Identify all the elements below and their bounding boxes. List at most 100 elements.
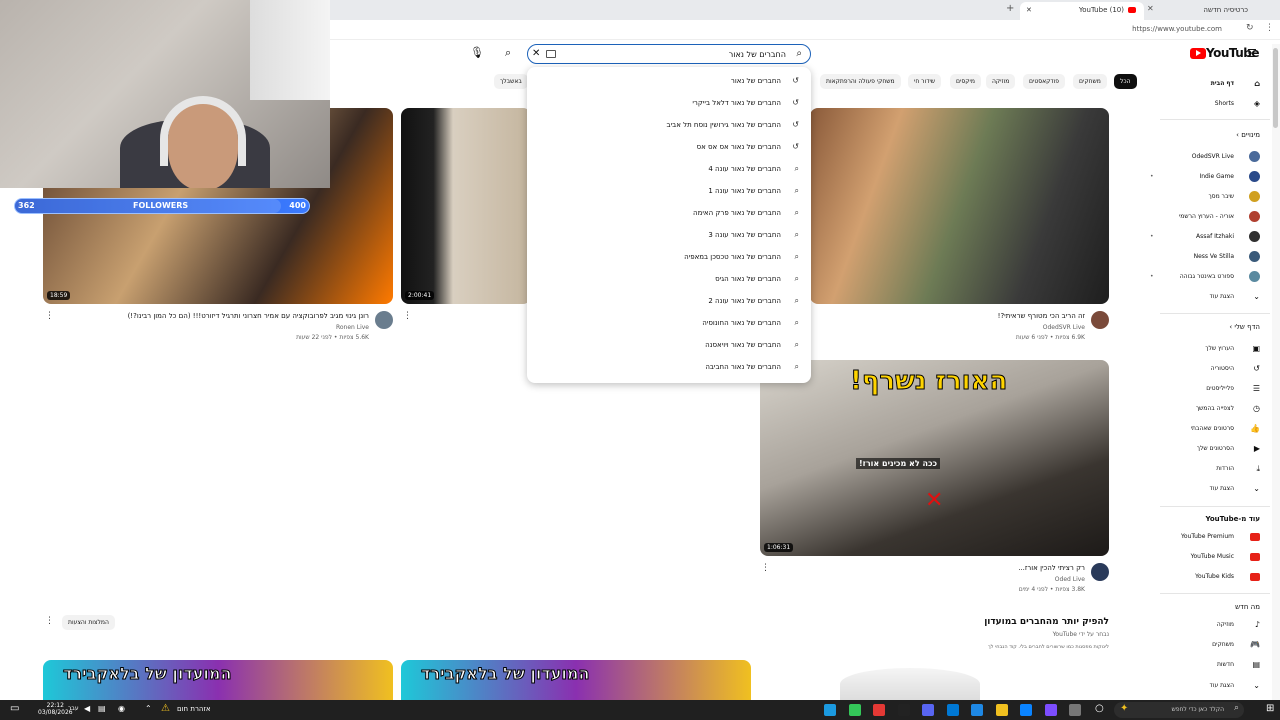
chip-mixes[interactable]: מיקסים xyxy=(950,74,981,89)
hamburger-menu-icon[interactable]: ☰ xyxy=(1247,47,1257,60)
steam-icon[interactable] xyxy=(824,704,836,716)
sidebar-channel[interactable]: OdedSVR Live xyxy=(1150,150,1260,164)
sidebar-channel[interactable]: שיבר מסך xyxy=(1150,190,1260,204)
channel-name[interactable]: Ronen Live xyxy=(336,324,369,331)
sidebar-item[interactable]: ▣ הערוץ שלך xyxy=(1150,342,1260,356)
edge-icon[interactable] xyxy=(1020,704,1032,716)
app-icon[interactable] xyxy=(971,704,983,716)
discord-icon[interactable] xyxy=(922,704,934,716)
search-suggestion[interactable]: ↺ החברים של נאור xyxy=(539,70,799,92)
chip-more[interactable]: באשבלך xyxy=(494,74,528,89)
app-icon[interactable] xyxy=(873,704,885,716)
more-options-icon[interactable]: ⋮ xyxy=(45,311,54,321)
search-suggestion[interactable]: ⌕ החברים של נאור עונה 3 xyxy=(539,224,799,246)
video-title[interactable]: רונן גינוי מגיב לפרובוקציה עם אמיר חצרונ… xyxy=(128,312,369,320)
search-suggestion[interactable]: ⌕ החברים של נאור ויויאסנה xyxy=(539,334,799,356)
video-title[interactable]: זה הריב הכי מטורף שראיתי?! xyxy=(998,312,1085,320)
new-tab-plus-icon[interactable]: + xyxy=(1006,3,1014,14)
video-thumbnail[interactable]: המועדון של בלאקבירד xyxy=(43,660,393,700)
volume-icon[interactable]: ◀ xyxy=(84,704,90,713)
channel-name[interactable]: OdedSVR Live xyxy=(1043,324,1085,331)
more-options-icon[interactable]: ⋮ xyxy=(403,311,412,321)
obs-icon[interactable] xyxy=(897,704,910,716)
scrollbar-thumb[interactable] xyxy=(1273,48,1278,128)
video-thumbnail[interactable]: האורז נשרף! ככה לא מכינים אורז! ✕ 1:06:3… xyxy=(760,360,1109,556)
chip-all[interactable]: הכל xyxy=(1114,74,1137,89)
reload-icon[interactable]: ↻ xyxy=(1246,23,1254,33)
sidebar-item[interactable]: YouTube Kids xyxy=(1150,570,1260,584)
sidebar-item[interactable]: 👍 סרטונים שאהבתי xyxy=(1150,422,1260,436)
search-suggestion[interactable]: ⌕ החברים של נאור הגיס xyxy=(539,268,799,290)
search-suggestion[interactable]: ⌕ החברים של נאור טכסכן במאפיה xyxy=(539,246,799,268)
sidebar-channel[interactable]: ספורט באינטר גבוהה • xyxy=(1150,270,1260,284)
recommendations-button[interactable]: המלצות והצעות xyxy=(62,615,115,630)
sidebar-item[interactable]: ↺ היסטוריה xyxy=(1150,362,1260,376)
close-tab-icon[interactable]: ✕ xyxy=(1026,2,1032,18)
app-tray-icon[interactable]: ◉ xyxy=(118,704,125,713)
store-icon[interactable] xyxy=(946,704,959,716)
search-suggestion[interactable]: ⌕ החברים של נאור פרק האימה xyxy=(539,202,799,224)
search-suggestion[interactable]: ⌕ החברים של נאור החביבה xyxy=(539,356,799,378)
menu-dots-icon[interactable]: ⋮ xyxy=(1265,23,1274,33)
close-icon[interactable]: ✕ xyxy=(1147,4,1154,13)
search-suggestion[interactable]: ⌕ החברים של נאור עונה 1 xyxy=(539,180,799,202)
sidebar-item[interactable]: ⤓ הורדות xyxy=(1150,462,1260,476)
sidebar-item[interactable]: ▤ חדשות xyxy=(1150,658,1260,672)
chip-live[interactable]: שידור חי xyxy=(908,74,942,89)
sidebar-item[interactable]: YouTube Music xyxy=(1150,550,1260,564)
network-icon[interactable]: ▤ xyxy=(98,704,106,713)
search-suggestion[interactable]: ⌕ החברים של נאור החונוסיה xyxy=(539,312,799,334)
search-suggestion[interactable]: ⌕ החברים של נאור עונה 2 xyxy=(539,290,799,312)
you-header[interactable]: הדף שלי › xyxy=(1229,323,1260,331)
sidebar-item[interactable]: 🎮 משחקים xyxy=(1150,638,1260,652)
sidebar-channel[interactable]: Indie Game • xyxy=(1150,170,1260,184)
sidebar-item[interactable]: ♪ מוזיקה xyxy=(1150,618,1260,632)
avatar[interactable] xyxy=(1091,311,1109,329)
tab-youtube[interactable]: (10) YouTube ✕ xyxy=(1020,2,1144,20)
task-view-icon[interactable] xyxy=(1069,704,1081,716)
sidebar-channel[interactable]: Assaf Itzhaki • xyxy=(1150,230,1260,244)
tab-new[interactable]: כרטיסיה חדשה xyxy=(1156,2,1256,20)
subscriptions-header[interactable]: מינויים › xyxy=(1236,131,1260,139)
avatar[interactable] xyxy=(1091,563,1109,581)
more-options-icon[interactable]: ⋮ xyxy=(45,616,54,626)
heat-warning-text[interactable]: אזהרת חום xyxy=(177,705,211,713)
chevron-up-icon[interactable]: ⌃ xyxy=(145,704,152,713)
video-thumbnail[interactable] xyxy=(810,108,1109,304)
sidebar-item[interactable]: ▶ הסרטונים שלך xyxy=(1150,442,1260,456)
sidebar-item-home[interactable]: ⌂ דף הבית xyxy=(1150,77,1260,91)
sidebar-item[interactable]: YouTube Premium xyxy=(1150,530,1260,544)
search-suggestion[interactable]: ↺ החברים של נאור גירושין נוסח תל אביב xyxy=(539,114,799,136)
search-suggestion[interactable]: ↺ החברים של נאור אס אס אס xyxy=(539,136,799,158)
video-thumbnail[interactable]: המועדון של בלאקבירד xyxy=(401,660,751,700)
keyboard-icon[interactable] xyxy=(546,50,556,58)
app-icon[interactable] xyxy=(1044,704,1057,716)
sidebar-item[interactable]: ☰ פלייליסטים xyxy=(1150,382,1260,396)
sidebar-channel[interactable]: אוריה - הערוץ הרשמי xyxy=(1150,210,1260,224)
channel-name[interactable]: Oded Live xyxy=(1055,576,1085,583)
xbox-icon[interactable] xyxy=(848,704,861,716)
search-suggestion[interactable]: ↺ החברים של נאור דלאל בייקרי xyxy=(539,92,799,114)
microphone-icon[interactable]: 🎙 xyxy=(470,46,484,59)
search-icon[interactable]: ⌕ xyxy=(505,46,511,60)
more-options-icon[interactable]: ⋮ xyxy=(761,563,770,573)
video-thumbnail[interactable]: 2:00:41 xyxy=(401,108,531,304)
chip-games[interactable]: משחקים xyxy=(1073,74,1107,89)
clear-search-icon[interactable]: ✕ xyxy=(532,48,540,59)
sidebar-channel[interactable]: Ness Ve Stilla xyxy=(1150,250,1260,264)
search-suggestion[interactable]: ⌕ החברים של נאור עונה 4 xyxy=(539,158,799,180)
cortana-icon[interactable]: ○ xyxy=(1095,703,1104,714)
chip-podcasts[interactable]: פודקאסטים xyxy=(1023,74,1066,89)
scrollbar-track[interactable] xyxy=(1272,44,1280,700)
language-indicator[interactable]: עבר xyxy=(68,705,79,712)
show-more-subscriptions[interactable]: ⌄ הצגת עוד xyxy=(1150,290,1260,304)
sidebar-item-shorts[interactable]: ◈ Shorts xyxy=(1150,97,1260,111)
show-more-you[interactable]: ⌄ הצגת עוד xyxy=(1150,482,1260,496)
notification-icon[interactable]: ▭ xyxy=(10,703,19,714)
sidebar-item[interactable]: ◷ לצפייה בהמשך xyxy=(1150,402,1260,416)
search-input[interactable]: ⌕ החברים של נאור ✕ xyxy=(527,44,811,64)
windows-start-icon[interactable]: ⊞ xyxy=(1266,703,1274,714)
file-explorer-icon[interactable] xyxy=(995,704,1008,716)
chip-action-adventure[interactable]: משחקי פעולה והרפתקאות xyxy=(820,74,901,89)
video-title[interactable]: רק רציתי להכין אורז... xyxy=(1018,564,1085,572)
